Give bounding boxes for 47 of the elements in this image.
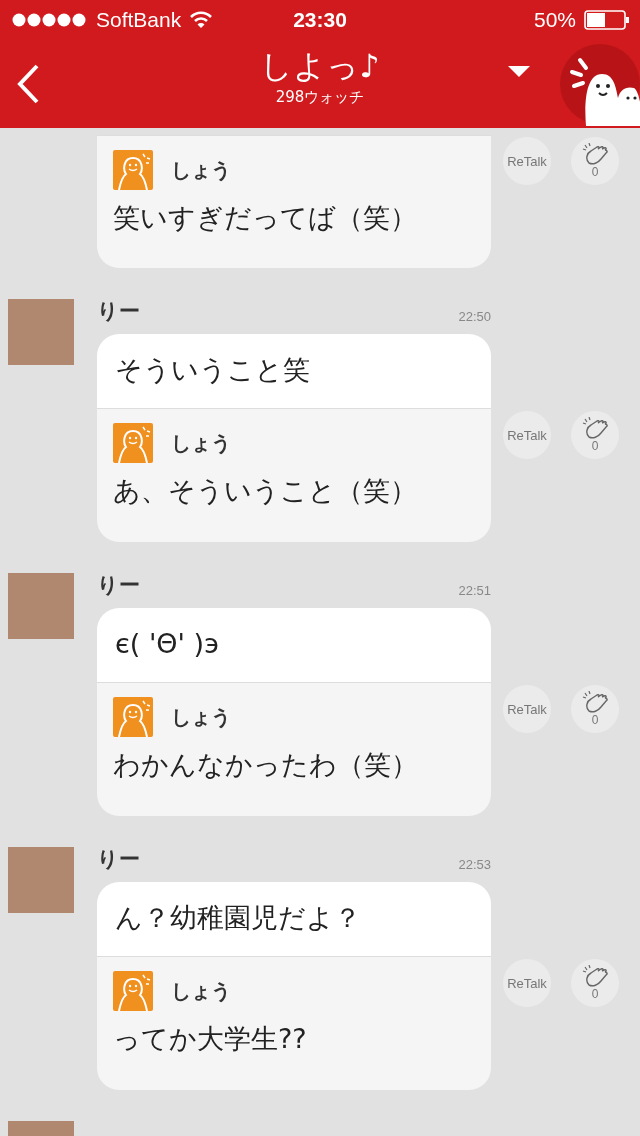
battery-icon	[584, 10, 630, 30]
clapping-hands-icon	[581, 417, 609, 439]
reply-text: ってか大学生??	[113, 1022, 308, 1056]
reply-text: わかんなかったわ（笑）	[113, 748, 419, 782]
message-text: ん？幼稚園児だよ？	[115, 902, 361, 933]
reply-user-name: しょう	[171, 429, 231, 457]
avatar-photo-placeholder	[8, 573, 74, 639]
message-text: є( 'Θ' )э	[115, 628, 219, 659]
message-time: 22:51	[458, 583, 491, 598]
carrier-name: SoftBank	[96, 8, 182, 32]
retalk-button[interactable]: ReTalk	[503, 685, 551, 733]
back-button[interactable]	[16, 64, 40, 104]
reply-text: 笑いすぎだってば（笑）	[113, 201, 418, 235]
status-time: 23:30	[293, 8, 347, 32]
clapping-hands-icon	[581, 965, 609, 987]
user-name: りー	[97, 572, 140, 599]
avatar-photo-placeholder	[8, 847, 74, 913]
user-name: りー	[97, 298, 140, 325]
reply-user-name: しょう	[171, 977, 231, 1005]
user-name: りー	[97, 846, 140, 873]
clapping-hands-icon	[581, 691, 609, 713]
watch-count: 298ウォッチ	[275, 87, 365, 108]
reply-text: あ、そういうこと（笑）	[113, 474, 418, 508]
reply-user-name: しょう	[171, 156, 231, 184]
battery-percent: 50%	[533, 8, 576, 32]
retalk-button[interactable]: ReTalk	[503, 959, 551, 1007]
clap-button[interactable]: 0	[571, 685, 619, 733]
room-title: しよっ♪	[260, 46, 380, 86]
smiling-figure-icon	[113, 697, 153, 737]
clap-button[interactable]: 0	[571, 411, 619, 459]
smiling-figure-icon	[113, 423, 153, 463]
signal-icon	[12, 13, 88, 27]
avatar-photo-placeholder	[8, 299, 74, 365]
retalk-button[interactable]: ReTalk	[503, 411, 551, 459]
dropdown-caret-icon[interactable]	[508, 66, 530, 78]
mascot-icon[interactable]	[558, 42, 640, 126]
clap-button[interactable]: 0	[571, 137, 619, 185]
reply-user-name: しょう	[171, 703, 231, 731]
message-time: 22:50	[458, 309, 491, 324]
smiling-figure-icon	[113, 150, 153, 190]
clapping-hands-icon	[581, 143, 609, 165]
wifi-icon	[189, 11, 214, 29]
message-text: そういうこと笑	[115, 354, 310, 385]
clap-button[interactable]: 0	[571, 959, 619, 1007]
smiling-figure-icon	[113, 971, 153, 1011]
message-time: 22:53	[458, 857, 491, 872]
retalk-button[interactable]: ReTalk	[503, 137, 551, 185]
